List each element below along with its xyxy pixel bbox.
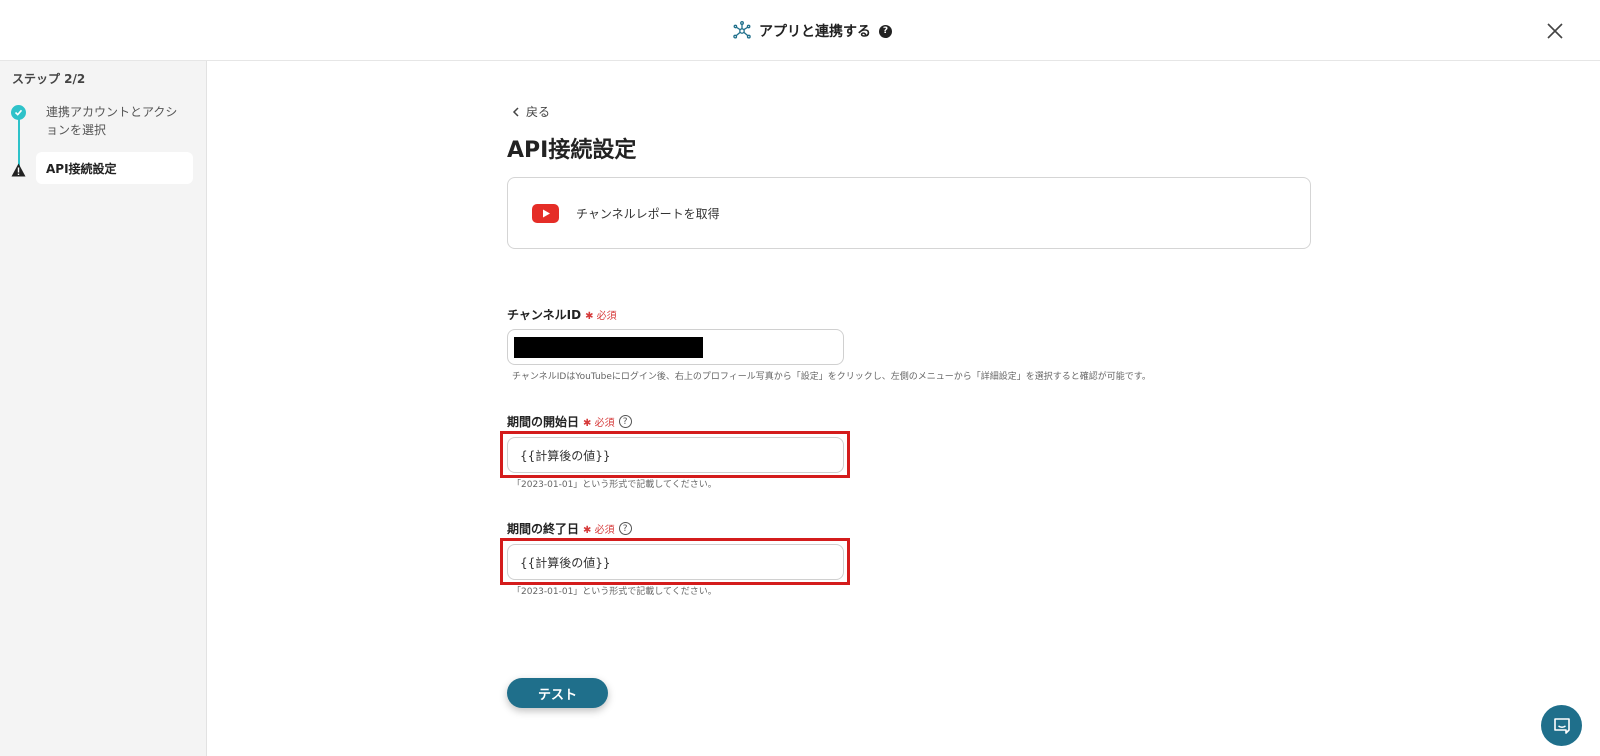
required-badge: ✱ 必須: [585, 311, 617, 322]
help-icon[interactable]: ?: [879, 24, 892, 38]
field-label-text: チャンネルID: [507, 308, 582, 322]
question-icon[interactable]: ?: [618, 415, 632, 428]
field-label-text: 期間の開始日: [507, 415, 580, 429]
start-date-hint: 「2023-01-01」という形式で記載してください。: [512, 480, 717, 490]
action-label: チャンネルレポートを取得: [576, 206, 720, 221]
input-value: {{計算後の値}}: [520, 448, 611, 463]
chat-icon: [1553, 717, 1570, 734]
youtube-icon: [532, 203, 559, 223]
close-icon: [1547, 23, 1563, 39]
integration-hub-icon: [733, 21, 751, 39]
channel-id-input[interactable]: [507, 329, 844, 365]
sidebar-step-label: API接続設定: [46, 161, 117, 176]
end-date-label: 期間の終了日 ✱ 必須 ?: [507, 520, 632, 537]
channel-id-hint: チャンネルIDはYouTubeにログイン後、右上のプロフィール写真から「設定」を…: [512, 372, 1151, 382]
back-link[interactable]: 戻る: [512, 103, 550, 120]
required-badge: ✱ 必須: [583, 418, 615, 429]
step-connector: [18, 115, 20, 167]
header: アプリと連携する ?: [0, 0, 1600, 61]
chat-button[interactable]: [1541, 705, 1582, 746]
input-value: {{計算後の値}}: [520, 555, 611, 570]
sidebar-step-select-action[interactable]: 連携アカウントとアクションを選択: [46, 103, 186, 139]
warning-icon: [11, 163, 26, 177]
start-date-label: 期間の開始日 ✱ 必須 ?: [507, 413, 632, 430]
header-title-group: アプリと連携する ?: [733, 19, 892, 43]
back-label: 戻る: [526, 105, 551, 119]
field-label-text: 期間の終了日: [507, 522, 580, 536]
test-button[interactable]: テスト: [507, 678, 608, 708]
action-card[interactable]: チャンネルレポートを取得: [507, 177, 1311, 249]
step-indicator: ステップ 2/2: [12, 72, 86, 86]
required-badge: ✱ 必須: [583, 525, 615, 536]
close-button[interactable]: [1543, 19, 1567, 43]
sidebar-step-api-settings[interactable]: API接続設定: [36, 152, 193, 184]
start-date-input[interactable]: {{計算後の値}}: [507, 437, 844, 473]
channel-id-label: チャンネルID ✱ 必須: [507, 306, 617, 323]
end-date-input[interactable]: {{計算後の値}}: [507, 544, 844, 580]
redacted-value: [514, 337, 703, 358]
header-title: アプリと連携する: [759, 24, 871, 40]
chevron-left-icon: [512, 106, 519, 117]
check-icon: [11, 105, 26, 120]
sidebar: ステップ 2/2 連携アカウントとアクションを選択 API接続設定: [0, 61, 207, 756]
end-date-hint: 「2023-01-01」という形式で記載してください。: [512, 587, 717, 597]
question-icon[interactable]: ?: [618, 522, 632, 535]
page-title: API接続設定: [507, 138, 637, 163]
